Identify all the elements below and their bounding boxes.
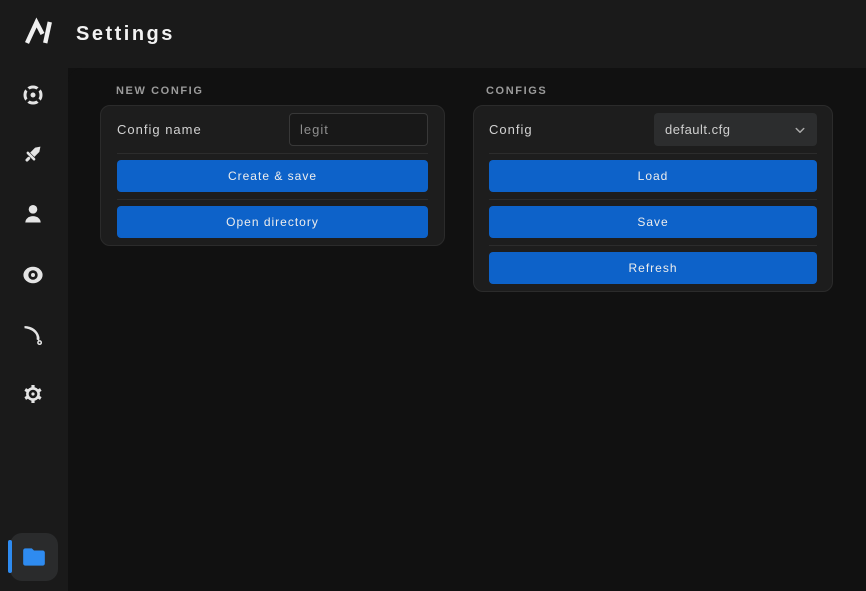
karambit-knife-icon <box>21 322 45 346</box>
load-button[interactable]: Load <box>489 160 817 192</box>
create-save-button[interactable]: Create & save <box>117 160 428 192</box>
folder-icon <box>21 544 47 570</box>
configs-card: Config default.cfg Load Save Refresh <box>473 105 833 292</box>
sidebar-item-triggerbot[interactable] <box>21 142 45 166</box>
config-select-value: default.cfg <box>665 122 731 137</box>
eye-icon <box>21 263 45 287</box>
content-area: NEW CONFIG Config name Create & save Ope… <box>68 68 866 591</box>
app-window: Settings <box>0 0 866 591</box>
sidebar-item-skins[interactable] <box>21 322 45 346</box>
player-icon <box>21 202 45 226</box>
divider <box>489 153 817 154</box>
sidebar-item-aimbot[interactable] <box>21 83 45 107</box>
config-select[interactable]: default.cfg <box>654 113 817 146</box>
configs-section-header: CONFIGS <box>486 85 547 97</box>
gear-icon <box>21 382 45 406</box>
sidebar-item-players[interactable] <box>21 202 45 226</box>
new-config-card: Config name Create & save Open directory <box>100 105 445 246</box>
dagger-icon <box>21 142 45 166</box>
topbar: Settings <box>0 0 866 68</box>
config-name-label: Config name <box>117 122 202 137</box>
divider <box>117 153 428 154</box>
save-button[interactable]: Save <box>489 206 817 238</box>
chevron-down-icon <box>791 121 809 139</box>
crosshair-target-icon <box>21 83 45 107</box>
open-directory-button[interactable]: Open directory <box>117 206 428 238</box>
refresh-button[interactable]: Refresh <box>489 252 817 284</box>
brand-logo-icon <box>23 16 55 48</box>
sidebar-item-visuals[interactable] <box>21 263 45 287</box>
page-title: Settings <box>76 0 175 68</box>
config-name-input[interactable] <box>289 113 428 146</box>
sidebar <box>0 68 68 591</box>
new-config-section-header: NEW CONFIG <box>116 85 204 97</box>
divider <box>117 199 428 200</box>
sidebar-item-configs[interactable] <box>10 533 58 581</box>
active-page-indicator <box>8 540 12 573</box>
config-label: Config <box>489 122 533 137</box>
divider <box>489 199 817 200</box>
divider <box>489 245 817 246</box>
sidebar-item-misc[interactable] <box>21 382 45 406</box>
